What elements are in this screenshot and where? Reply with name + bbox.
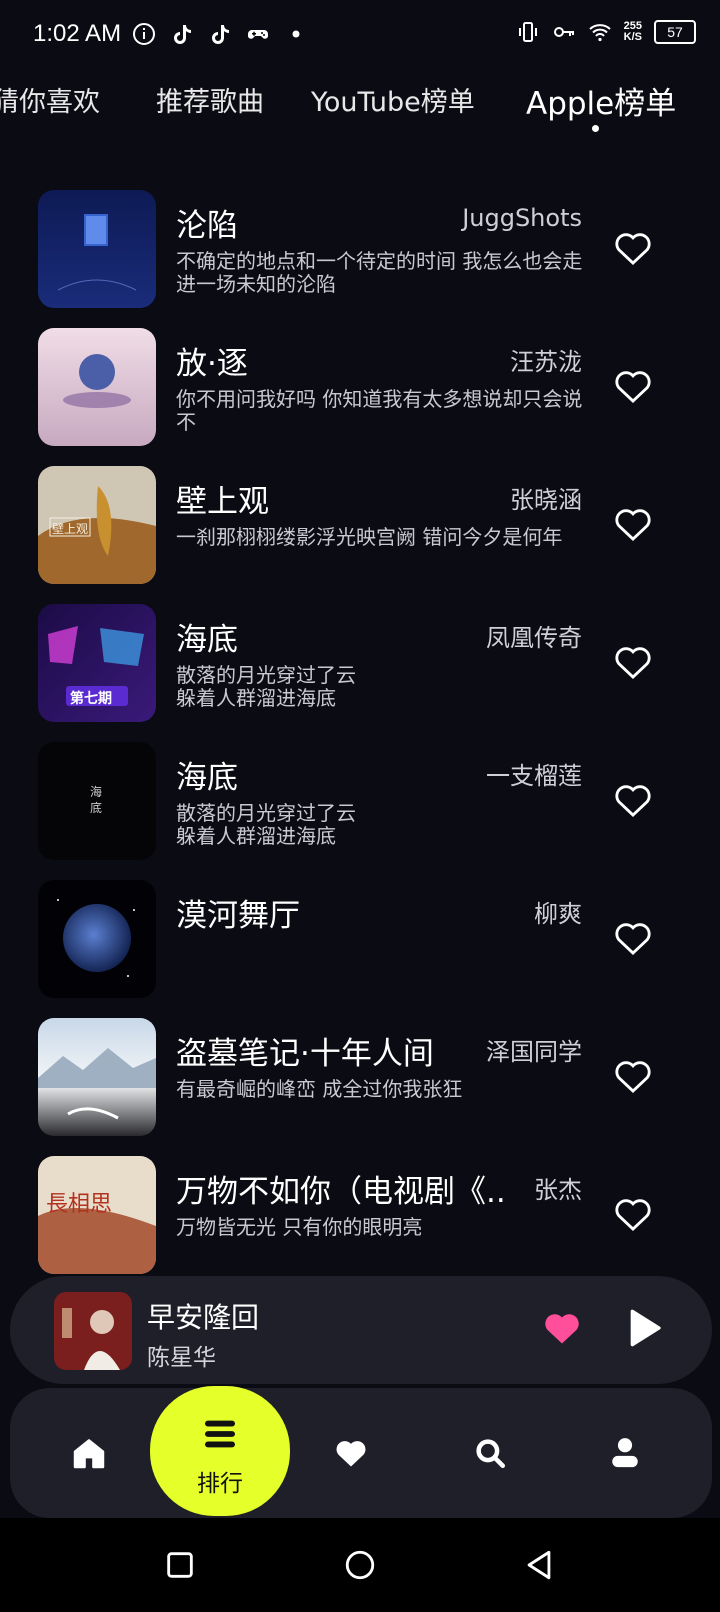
song-row[interactable]: 壁上观 壁上观 张晓涵 一刹那栩栩缕影浮光映宫阙 错问今夕是何年 bbox=[0, 466, 720, 590]
bottom-nav: 排行 bbox=[10, 1386, 712, 1518]
cover-text: 壁上观 bbox=[52, 522, 89, 536]
heart-filled-icon[interactable] bbox=[542, 1310, 582, 1346]
heart-outline-icon[interactable] bbox=[614, 1196, 652, 1232]
now-playing-bar[interactable]: 早安隆回 陈星华 bbox=[10, 1276, 712, 1384]
song-row[interactable]: 海底 海底 一支榴莲 散落的月光穿过了云 躲着人群溜进海底 bbox=[0, 742, 720, 866]
song-lyric: 有最奇崛的峰峦 成全过你我张狂 bbox=[176, 1077, 463, 1101]
vibrate-icon bbox=[518, 22, 537, 42]
heart-icon bbox=[336, 1441, 366, 1467]
system-nav-bar bbox=[0, 1518, 720, 1612]
song-artist: 凤凰传奇 bbox=[486, 624, 582, 652]
album-cover: 第七期 bbox=[38, 604, 156, 722]
song-row[interactable]: 長相思 万物不如你（电视剧《... 张杰 万物皆无光 只有你的眼明亮 bbox=[0, 1156, 720, 1280]
album-cover: 壁上观 bbox=[38, 466, 156, 584]
nav-profile[interactable] bbox=[600, 1428, 650, 1478]
song-artist: 张晓涵 bbox=[510, 486, 582, 514]
song-row[interactable]: 盗墓笔记·十年人间 泽国同学 有最奇崛的峰峦 成全过你我张狂 bbox=[0, 1018, 720, 1142]
song-artist: 一支榴莲 bbox=[486, 762, 582, 790]
dot-icon bbox=[292, 30, 300, 38]
album-cover bbox=[38, 880, 156, 998]
heart-outline-icon[interactable] bbox=[614, 644, 652, 680]
home-button-icon[interactable] bbox=[343, 1548, 377, 1582]
song-title: 放·逐 bbox=[176, 346, 248, 382]
song-lyric: 你不用问我好吗 你知道我有太多想说却只会说不 bbox=[176, 387, 583, 434]
cover-text: 海底 bbox=[90, 785, 103, 815]
active-tab-indicator bbox=[592, 125, 599, 132]
status-bar: 1:02 AM 255 K/S 57 bbox=[0, 0, 720, 72]
song-title: 盗墓笔记·十年人间 bbox=[176, 1036, 434, 1072]
info-icon bbox=[133, 23, 155, 45]
song-lyric: 散落的月光穿过了云 躲着人群溜进海底 bbox=[176, 663, 356, 710]
now-playing-title: 早安隆回 bbox=[147, 1301, 260, 1334]
song-artist: 汪苏泷 bbox=[510, 348, 582, 376]
album-cover: 海底 bbox=[38, 742, 156, 860]
song-artist: 泽国同学 bbox=[486, 1038, 582, 1066]
tab-youtube-chart[interactable]: YouTube榜单 bbox=[311, 80, 475, 119]
song-artist: JuggShots bbox=[462, 204, 582, 232]
play-icon[interactable] bbox=[624, 1306, 664, 1350]
song-lyric: 万物皆无光 只有你的眼明亮 bbox=[176, 1215, 423, 1239]
song-row[interactable]: 第七期 海底 凤凰传奇 散落的月光穿过了云 躲着人群溜进海底 bbox=[0, 604, 720, 728]
back-icon[interactable] bbox=[522, 1548, 556, 1582]
song-lyric: 散落的月光穿过了云 躲着人群溜进海底 bbox=[176, 801, 356, 848]
tab-bar: 猜你喜欢 推荐歌曲 YouTube榜单 Apple榜单 bbox=[0, 76, 720, 136]
song-title: 壁上观 bbox=[176, 484, 269, 520]
album-cover bbox=[38, 1018, 156, 1136]
gamepad-icon bbox=[248, 30, 268, 39]
user-icon bbox=[612, 1438, 638, 1468]
heart-outline-icon[interactable] bbox=[614, 920, 652, 956]
battery-indicator: 57 bbox=[654, 20, 696, 44]
search-icon bbox=[476, 1439, 506, 1469]
tab-recommended[interactable]: 推荐歌曲 bbox=[156, 80, 264, 119]
song-row[interactable]: 沦陷 JuggShots 不确定的地点和一个待定的时间 我怎么也会走进一场未知的… bbox=[0, 190, 720, 314]
song-row[interactable]: 漠河舞厅 柳爽 bbox=[0, 880, 720, 1004]
song-title: 海底 bbox=[176, 760, 238, 796]
wifi-icon bbox=[588, 24, 611, 42]
tiktok-icon bbox=[212, 25, 229, 44]
nav-favorites[interactable] bbox=[326, 1428, 376, 1478]
nav-home[interactable] bbox=[64, 1428, 114, 1478]
heart-outline-icon[interactable] bbox=[614, 506, 652, 542]
recent-apps-icon[interactable] bbox=[163, 1548, 197, 1582]
song-artist: 张杰 bbox=[534, 1176, 582, 1204]
song-row[interactable]: 放·逐 汪苏泷 你不用问我好吗 你知道我有太多想说却只会说不 bbox=[0, 328, 720, 452]
nav-ranking-label: 排行 bbox=[197, 1471, 243, 1497]
heart-outline-icon[interactable] bbox=[614, 230, 652, 266]
tiktok-icon bbox=[174, 25, 191, 44]
network-speed: 255 K/S bbox=[623, 20, 642, 43]
heart-outline-icon[interactable] bbox=[614, 1058, 652, 1094]
song-title: 万物不如你（电视剧《... bbox=[176, 1174, 506, 1210]
album-cover bbox=[38, 328, 156, 446]
song-artist: 柳爽 bbox=[534, 900, 582, 928]
heart-outline-icon[interactable] bbox=[614, 782, 652, 818]
song-lyric: 不确定的地点和一个待定的时间 我怎么也会走进一场未知的沦陷 bbox=[176, 249, 583, 296]
nav-search[interactable] bbox=[465, 1428, 515, 1478]
song-title: 海底 bbox=[176, 622, 238, 658]
song-title: 沦陷 bbox=[176, 208, 238, 244]
list-icon bbox=[205, 1420, 235, 1448]
song-lyric: 一刹那栩栩缕影浮光映宫阙 错问今夕是何年 bbox=[176, 525, 563, 549]
album-cover: 長相思 bbox=[38, 1156, 156, 1274]
key-icon bbox=[553, 27, 574, 37]
song-title: 漠河舞厅 bbox=[176, 898, 300, 934]
now-playing-cover bbox=[54, 1292, 132, 1370]
album-cover bbox=[38, 190, 156, 308]
clock: 1:02 AM bbox=[33, 20, 122, 47]
cover-text: 長相思 bbox=[46, 1192, 113, 1217]
now-playing-artist: 陈星华 bbox=[147, 1345, 216, 1371]
home-icon bbox=[73, 1439, 105, 1469]
tab-apple-chart[interactable]: Apple榜单 bbox=[526, 78, 676, 123]
heart-outline-icon[interactable] bbox=[614, 368, 652, 404]
cover-text: 第七期 bbox=[70, 691, 112, 707]
tab-guess-you-like[interactable]: 猜你喜欢 bbox=[0, 80, 100, 119]
nav-ranking[interactable]: 排行 bbox=[150, 1386, 290, 1516]
